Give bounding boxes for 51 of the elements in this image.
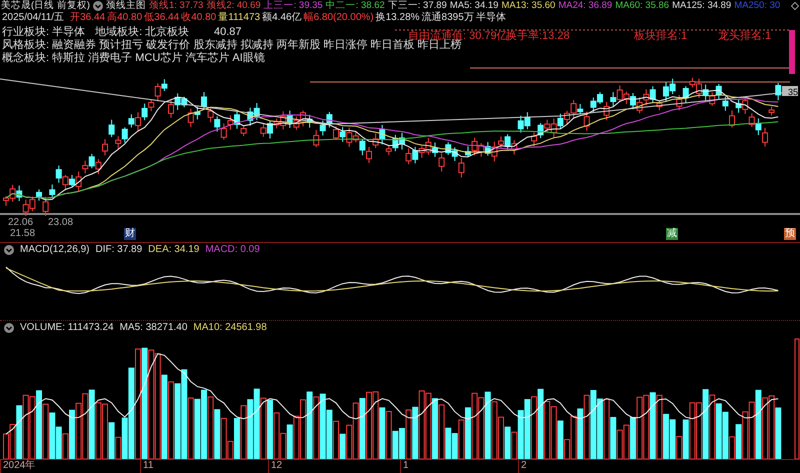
quote-value: 开36.44 bbox=[70, 12, 106, 24]
indicator-value: MA5: 34.19 bbox=[450, 0, 498, 12]
quote-value: 2025/04/11/五 bbox=[2, 12, 64, 24]
price-axis-label: 35 bbox=[788, 88, 798, 97]
indicator-value: MA10: 24561.98 bbox=[193, 322, 267, 334]
quote-value: 半导体 bbox=[476, 12, 506, 24]
indicator-value: 下三一: 37.89 bbox=[388, 0, 447, 12]
indicator-value: 中二一: 38.62 bbox=[326, 0, 385, 12]
indicator-value: MACD: 0.09 bbox=[205, 244, 260, 256]
indicator-value: 上三一: 39.35 bbox=[264, 0, 323, 12]
indicator-value: DEA: 34.19 bbox=[148, 244, 200, 256]
sector-tags: 概念板块: 特斯拉 消费电子 MCU芯片 汽车芯片 AI眼镜 bbox=[2, 52, 265, 65]
stat-label: 龙头排名:1 bbox=[718, 30, 772, 43]
quote-value: 量111473 bbox=[218, 12, 260, 24]
indicator-value: MA60: 35.86 bbox=[615, 0, 670, 12]
quote-value: 低36.44 bbox=[144, 12, 180, 24]
indicator-value: MA5: 38271.40 bbox=[120, 322, 188, 334]
indicator-name: VOLUME: 111473.24 bbox=[20, 322, 114, 334]
indicator-value: 颈线1: 37.73 bbox=[148, 0, 204, 12]
indicator-value: MA125: 34.89 bbox=[672, 0, 732, 12]
event-tag[interactable]: 财 bbox=[124, 228, 136, 240]
date-axis-label: 2 bbox=[518, 460, 618, 473]
template-name: 颈线主图 bbox=[106, 0, 146, 12]
event-tag[interactable]: 预 bbox=[784, 228, 796, 240]
quote-value: 幅6.80(20.00%) bbox=[304, 12, 374, 24]
indicator-value: MA24: 36.89 bbox=[558, 0, 612, 12]
high-price-label: 40.87 bbox=[214, 26, 242, 38]
stock-title: 美芯晟(日线 前复权) bbox=[1, 0, 90, 12]
quote-value: 额4.46亿 bbox=[262, 12, 302, 24]
low-price-label: 21.58 bbox=[10, 228, 36, 240]
quote-value: 高40.80 bbox=[107, 12, 142, 24]
indicator-value: MA250: 30 bbox=[734, 0, 780, 12]
sector-tags: 地域板块: 北京板块 bbox=[95, 26, 190, 39]
indicator-value: MA13: 35.60 bbox=[501, 0, 556, 12]
quote-value: 流通8395万 bbox=[422, 12, 474, 24]
indicator-value: 颈线2: 40.69 bbox=[206, 0, 261, 12]
low-price-label: 23.08 bbox=[48, 217, 74, 228]
indicator-name: MACD(12,26,9) bbox=[20, 244, 90, 256]
date-axis-label: 11 bbox=[140, 460, 268, 473]
event-tag[interactable]: 减 bbox=[666, 228, 678, 240]
stat-label: 换手率:13.28 bbox=[506, 30, 570, 43]
quote-value: 换13.28% bbox=[376, 12, 420, 24]
sector-tags: 行业板块: 半导体 bbox=[2, 26, 86, 39]
date-axis-label: 2024年 bbox=[0, 460, 140, 473]
stat-label: 板块排名:1 bbox=[634, 30, 688, 43]
low-price-label: 22.06 bbox=[8, 217, 34, 228]
date-axis-label: 1 bbox=[400, 460, 518, 473]
sector-tags: 风格板块: 融资融券 预计扭亏 破发行价 股东减持 拟减持 两年新股 昨日涨停 昨日首板 昨日上榜 bbox=[2, 39, 462, 52]
date-axis-label: 12 bbox=[268, 460, 400, 473]
indicator-value: DIF: 37.89 bbox=[95, 244, 142, 256]
quote-value: 收40.80 bbox=[181, 12, 216, 24]
